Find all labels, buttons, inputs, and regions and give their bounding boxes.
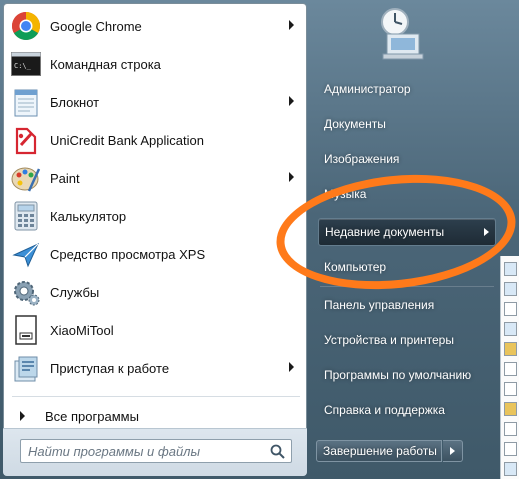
program-google-chrome[interactable]: Google Chrome <box>4 7 306 45</box>
arrow-right-icon <box>20 411 25 421</box>
xiaomitool-icon <box>10 314 42 346</box>
search-area <box>3 428 307 476</box>
image-file-icon[interactable] <box>504 322 517 336</box>
all-programs-button[interactable]: Все программы <box>10 402 300 430</box>
xps-viewer-icon <box>10 238 42 270</box>
program-xiaomitool[interactable]: XiaoMiTool <box>4 311 306 349</box>
right-item-computer[interactable]: Компьютер <box>318 253 496 281</box>
programs-panel: Google Chrome C:\_ Командная строка Блок… <box>3 3 307 476</box>
search-icon[interactable] <box>270 444 285 459</box>
program-label: Google Chrome <box>50 18 142 34</box>
chrome-icon <box>10 10 42 42</box>
document-file-icon[interactable] <box>504 362 517 376</box>
program-label: Paint <box>50 170 80 186</box>
right-item-label: Справка и поддержка <box>324 403 445 417</box>
search-box[interactable] <box>20 439 292 463</box>
program-command-prompt[interactable]: C:\_ Командная строка <box>4 45 306 83</box>
jump-list-strip <box>500 256 519 479</box>
program-calculator[interactable]: Калькулятор <box>4 197 306 235</box>
program-getting-started[interactable]: Приступая к работе <box>4 349 306 387</box>
shutdown-button[interactable]: Завершение работы <box>316 440 442 462</box>
right-item-documents[interactable]: Документы <box>318 110 496 138</box>
notepad-icon <box>10 86 42 118</box>
archive-file-icon[interactable] <box>504 402 517 416</box>
program-services[interactable]: Службы <box>4 273 306 311</box>
search-input[interactable] <box>28 443 263 459</box>
user-picture-icon <box>381 8 424 60</box>
unicredit-icon <box>10 124 42 156</box>
program-label: XiaoMiTool <box>50 322 114 338</box>
document-file-icon[interactable] <box>504 302 517 316</box>
programs-separator <box>12 396 300 397</box>
program-label: UniCredit Bank Application <box>50 132 204 148</box>
document-file-icon[interactable] <box>504 382 517 396</box>
right-item-label: Изображения <box>324 152 400 166</box>
submenu-arrow-icon <box>484 228 489 236</box>
submenu-arrow-icon[interactable] <box>289 96 294 106</box>
right-item-label: Администратор <box>324 82 411 96</box>
program-notepad[interactable]: Блокнот <box>4 83 306 121</box>
right-item-pictures[interactable]: Изображения <box>318 145 496 173</box>
document-file-icon[interactable] <box>504 442 517 456</box>
program-label: Командная строка <box>50 56 161 72</box>
archive-file-icon[interactable] <box>504 342 517 356</box>
right-item-label: Программы по умолчанию <box>324 368 472 382</box>
right-item-label: Документы <box>324 117 386 131</box>
image-file-icon[interactable] <box>504 282 517 296</box>
paint-icon <box>10 162 42 194</box>
right-item-label: Недавние документы <box>325 225 445 239</box>
right-item-label: Панель управления <box>324 298 435 312</box>
right-item-label: Музыка <box>324 187 367 201</box>
start-menu: Google Chrome C:\_ Командная строка Блок… <box>0 0 519 479</box>
shutdown-options-button[interactable] <box>443 440 463 462</box>
right-item-default-programs[interactable]: Программы по умолчанию <box>318 361 496 389</box>
right-item-administrator[interactable]: Администратор <box>318 75 496 103</box>
right-item-help-support[interactable]: Справка и поддержка <box>318 396 496 424</box>
program-unicredit[interactable]: UniCredit Bank Application <box>4 121 306 159</box>
right-item-label: Компьютер <box>324 260 387 274</box>
document-file-icon[interactable] <box>504 422 517 436</box>
image-file-icon[interactable] <box>504 462 517 476</box>
calculator-icon <box>10 200 42 232</box>
all-programs-label: Все программы <box>45 408 139 424</box>
cmd-icon: C:\_ <box>10 48 42 80</box>
program-label: Приступая к работе <box>50 360 170 376</box>
program-label: Службы <box>50 284 100 300</box>
right-item-recent-documents[interactable]: Недавние документы <box>318 218 496 246</box>
services-gear-icon <box>10 276 42 308</box>
arrow-right-icon <box>450 447 455 455</box>
program-label: Калькулятор <box>50 208 127 224</box>
getting-started-icon <box>10 352 42 384</box>
image-file-icon[interactable] <box>504 262 517 276</box>
program-label: Блокнот <box>50 94 100 110</box>
submenu-arrow-icon[interactable] <box>289 362 294 372</box>
submenu-arrow-icon[interactable] <box>289 20 294 30</box>
right-item-label: Устройства и принтеры <box>324 333 454 347</box>
right-item-music[interactable]: Музыка <box>318 180 496 208</box>
program-label: Средство просмотра XPS <box>50 246 206 262</box>
right-item-control-panel[interactable]: Панель управления <box>318 291 496 319</box>
right-pane-separator <box>320 286 494 287</box>
program-paint[interactable]: Paint <box>4 159 306 197</box>
user-picture[interactable] <box>373 4 431 62</box>
svg-text:C:\_: C:\_ <box>14 62 32 70</box>
submenu-arrow-icon[interactable] <box>289 172 294 182</box>
right-item-devices-printers[interactable]: Устройства и принтеры <box>318 326 496 354</box>
program-xps-viewer[interactable]: Средство просмотра XPS <box>4 235 306 273</box>
